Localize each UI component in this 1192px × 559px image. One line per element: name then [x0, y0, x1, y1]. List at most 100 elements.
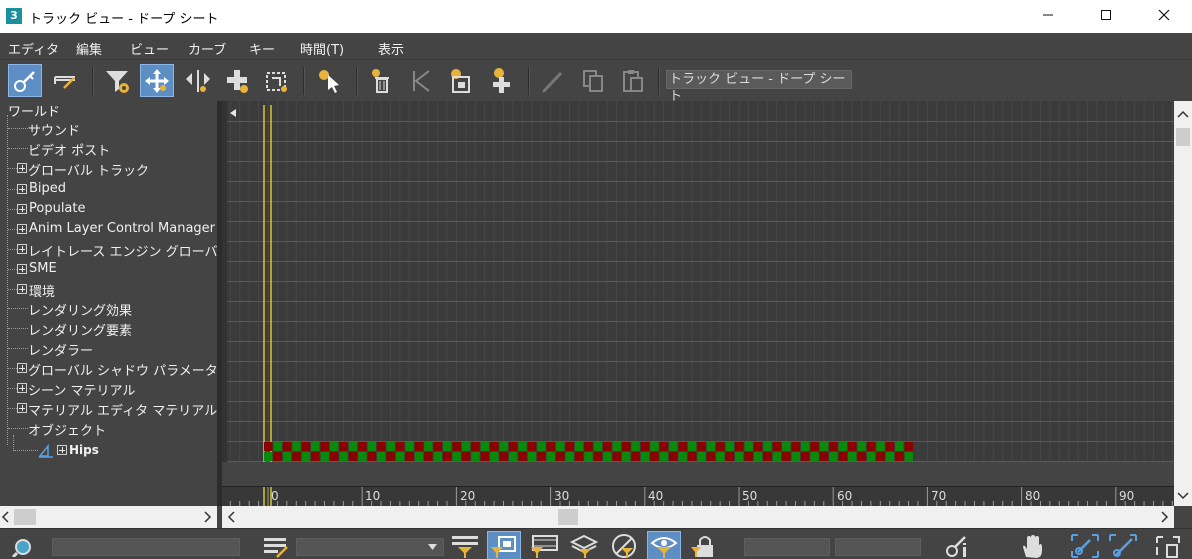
key-cell[interactable] — [744, 452, 753, 461]
key-cell[interactable] — [461, 452, 471, 461]
scale-keys-button[interactable] — [260, 64, 294, 97]
key-cell[interactable] — [640, 452, 650, 461]
close-button[interactable] — [1135, 0, 1192, 33]
key-cell[interactable] — [904, 442, 913, 451]
key-cell[interactable] — [395, 452, 405, 461]
expand-icon[interactable] — [17, 224, 27, 234]
expand-icon[interactable] — [17, 284, 27, 294]
key-cell[interactable] — [442, 452, 452, 461]
tree-item-populate[interactable]: Populate — [0, 199, 217, 219]
key-cell[interactable] — [461, 442, 471, 451]
key-cell[interactable] — [640, 442, 650, 451]
zoom-value-extents-button[interactable] — [1106, 531, 1140, 559]
selection-set-dropdown[interactable] — [296, 538, 444, 556]
edit-ranges-button[interactable] — [48, 64, 82, 97]
tracks-vertical-scrollbar[interactable] — [1174, 101, 1192, 506]
key-cell[interactable] — [687, 442, 697, 451]
key-cell[interactable] — [556, 442, 565, 451]
key-cell[interactable] — [659, 452, 669, 461]
key-cell[interactable] — [725, 442, 734, 451]
edit-keys-button[interactable] — [8, 64, 42, 97]
track-name-field[interactable] — [52, 538, 240, 556]
key-cell[interactable] — [537, 452, 546, 461]
key-cell[interactable] — [301, 442, 311, 451]
key-cell[interactable] — [433, 452, 442, 461]
key-cell[interactable] — [584, 442, 593, 451]
key-cell[interactable] — [895, 442, 904, 451]
key-cell[interactable] — [885, 442, 895, 451]
key-cell[interactable] — [282, 452, 292, 461]
key-cell[interactable] — [414, 452, 424, 461]
key-cell[interactable] — [621, 442, 631, 451]
key-cell[interactable] — [593, 452, 603, 461]
key-cell[interactable] — [819, 442, 829, 451]
key-grid[interactable] — [222, 101, 1174, 462]
key-cell[interactable] — [876, 452, 885, 461]
key-cell[interactable] — [791, 452, 800, 461]
key-cell[interactable] — [584, 452, 593, 461]
key-cell[interactable] — [603, 452, 612, 461]
key-cell[interactable] — [452, 442, 461, 451]
time-ruler[interactable]: 0 10 20 30 40 50 60 70 80 90 — [222, 486, 1174, 507]
menu-display[interactable]: 表示 — [378, 39, 404, 58]
key-cell[interactable] — [829, 442, 838, 451]
tree-item-sound[interactable]: サウンド — [0, 118, 217, 139]
key-cell[interactable] — [772, 442, 782, 451]
key-cell[interactable] — [471, 452, 480, 461]
tracks-horizontal-scrollbar[interactable] — [222, 506, 1174, 528]
key-cell[interactable] — [490, 442, 499, 451]
key-cell[interactable] — [264, 452, 273, 461]
paste-button[interactable] — [616, 64, 650, 97]
key-cell[interactable] — [753, 442, 763, 451]
add-keys-button[interactable] — [220, 64, 254, 97]
menu-view[interactable]: ビュー — [130, 39, 169, 58]
key-cell[interactable] — [706, 452, 716, 461]
expand-icon[interactable] — [17, 403, 27, 413]
key-cell[interactable] — [424, 442, 433, 451]
key-cell[interactable] — [612, 442, 621, 451]
time-field[interactable] — [744, 538, 830, 556]
tree-item-render-elements[interactable]: レンダリング要素 — [0, 318, 217, 339]
key-cell[interactable] — [320, 452, 329, 461]
key-cell[interactable] — [377, 442, 386, 451]
zoom-horizontal-keys-button[interactable] — [1068, 531, 1102, 559]
key-cell[interactable] — [697, 442, 706, 451]
menu-edit[interactable]: 編集 — [76, 39, 102, 58]
tree-item-scene-materials[interactable]: シーン マテリアル — [0, 378, 217, 399]
dope-sheet-tracks[interactable] — [222, 101, 1174, 462]
key-cell[interactable] — [367, 442, 377, 451]
key-cell[interactable] — [320, 442, 329, 451]
key-cell[interactable] — [650, 452, 659, 461]
key-cell[interactable] — [866, 442, 876, 451]
filter-unhide-button[interactable] — [647, 531, 681, 559]
tree-item-anim-layer[interactable]: Anim Layer Control Manager — [0, 219, 217, 239]
key-cell[interactable] — [669, 442, 678, 451]
key-cell[interactable] — [480, 452, 490, 461]
menu-editor[interactable]: エディタ — [8, 39, 59, 58]
key-cell[interactable] — [301, 452, 311, 461]
key-cell[interactable] — [358, 442, 367, 451]
key-cell[interactable] — [452, 452, 461, 461]
tree-item-global-tracks[interactable]: グローバル トラック — [0, 158, 217, 179]
key-cell[interactable] — [631, 442, 640, 451]
key-cell[interactable] — [358, 452, 367, 461]
modify-subtree-button[interactable] — [536, 64, 570, 97]
key-cell[interactable] — [329, 442, 339, 451]
zoom-button[interactable] — [8, 531, 36, 559]
insert-time-button[interactable] — [484, 64, 518, 97]
filter-unlocked-button[interactable] — [687, 531, 721, 559]
key-cell[interactable] — [753, 452, 763, 461]
key-cell[interactable] — [471, 442, 480, 451]
key-cell[interactable] — [866, 452, 876, 461]
scale-time-button[interactable] — [444, 64, 478, 97]
key-cell[interactable] — [612, 452, 621, 461]
key-cell[interactable] — [311, 442, 320, 451]
key-cell[interactable] — [791, 442, 800, 451]
key-cell[interactable] — [386, 452, 395, 461]
key-cell[interactable] — [810, 452, 819, 461]
key-cell[interactable] — [716, 442, 725, 451]
tree-item-biped[interactable]: Biped — [0, 179, 217, 199]
key-cell[interactable] — [697, 452, 706, 461]
tree-horizontal-scrollbar[interactable] — [0, 506, 217, 528]
key-cell[interactable] — [329, 452, 339, 461]
